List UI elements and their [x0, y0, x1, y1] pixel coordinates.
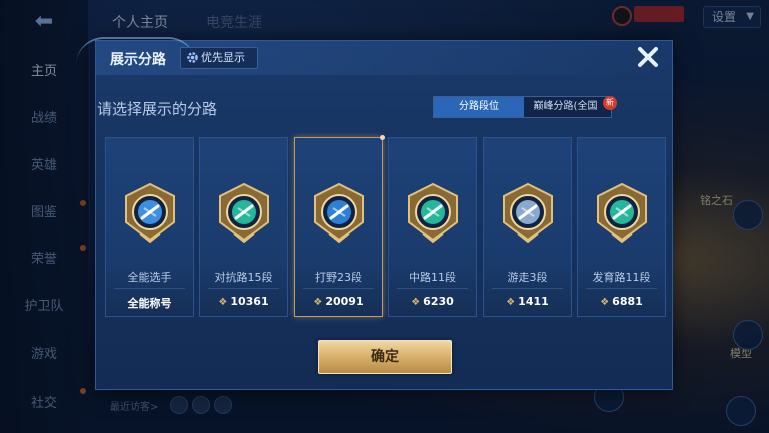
lane-card[interactable]: 发育路11段 ❖ 6881: [577, 137, 666, 317]
lane-score: ❖ 6881: [578, 295, 665, 308]
lane-score: ❖ 10361: [200, 295, 287, 308]
divider: [586, 288, 657, 289]
lane-score-value: 1411: [518, 295, 549, 308]
lane-label: 全能选手: [127, 271, 172, 284]
lane-card[interactable]: 全能选手 全能称号: [105, 137, 194, 317]
jungle-emblem-icon: [314, 182, 364, 244]
wing-icon: ❖: [218, 297, 228, 308]
gear-icon: [187, 52, 198, 63]
lane-score-value: 6230: [423, 295, 454, 308]
lane-card[interactable]: 打野23段 ❖ 20091: [294, 135, 385, 317]
lane-card[interactable]: 游走3段 ❖ 1411: [483, 137, 572, 317]
tab-lane-rank[interactable]: 分路段位: [434, 97, 524, 117]
lane-label: 中路11段: [409, 271, 456, 284]
lane-label: 发育路11段: [592, 271, 651, 284]
divider: [208, 288, 279, 289]
lane-score: ❖ 6230: [389, 295, 476, 308]
divider: [303, 288, 374, 289]
wing-icon: ❖: [506, 297, 516, 308]
dialog-header: 展示分路 优先显示: [76, 37, 672, 75]
divider: [397, 288, 468, 289]
clash-lane-emblem-icon: [219, 182, 269, 244]
roam-emblem-icon: [503, 182, 553, 244]
divider: [492, 288, 563, 289]
lane-score: ❖ 1411: [484, 295, 571, 308]
lane-score-value: 10361: [230, 295, 269, 308]
lane-score: 全能称号: [106, 295, 193, 311]
lane-card[interactable]: 对抗路15段 ❖ 10361: [199, 137, 288, 317]
lane-score-value: 20091: [325, 295, 364, 308]
wing-icon: ❖: [600, 297, 610, 308]
wing-icon: ❖: [411, 297, 421, 308]
dialog-title: 展示分路: [110, 52, 166, 68]
farm-lane-emblem-icon: [597, 182, 647, 244]
lane-label: 游走3段: [507, 271, 548, 284]
lane-mode-toggle: 分路段位 巅峰分路(全国: [433, 96, 612, 118]
lane-label: 打野23段: [315, 271, 362, 284]
mid-lane-emblem-icon: [408, 182, 458, 244]
lane-score: ❖ 20091: [295, 295, 382, 308]
allround-emblem-icon: [125, 182, 175, 244]
lane-label: 对抗路15段: [214, 271, 273, 284]
close-icon[interactable]: [634, 43, 662, 71]
priority-display-button[interactable]: 优先显示: [180, 47, 258, 69]
wing-icon: ❖: [313, 297, 323, 308]
new-badge: 新: [603, 96, 617, 110]
dialog-subtitle: 请选择展示的分路: [97, 100, 218, 118]
confirm-button[interactable]: 确定: [318, 340, 452, 374]
priority-display-label: 优先显示: [201, 51, 245, 64]
lane-card[interactable]: 中路11段 ❖ 6230: [388, 137, 477, 317]
lane-display-dialog: 展示分路 优先显示 请选择展示的分路 分路段位 巅峰分路(全国 新 全能选手全能…: [76, 37, 673, 390]
selected-marker-icon: [380, 135, 385, 140]
divider: [114, 288, 185, 289]
lane-score-value: 全能称号: [127, 297, 172, 310]
tab-peak-lane[interactable]: 巅峰分路(全国: [524, 97, 611, 117]
lane-score-value: 6881: [612, 295, 643, 308]
